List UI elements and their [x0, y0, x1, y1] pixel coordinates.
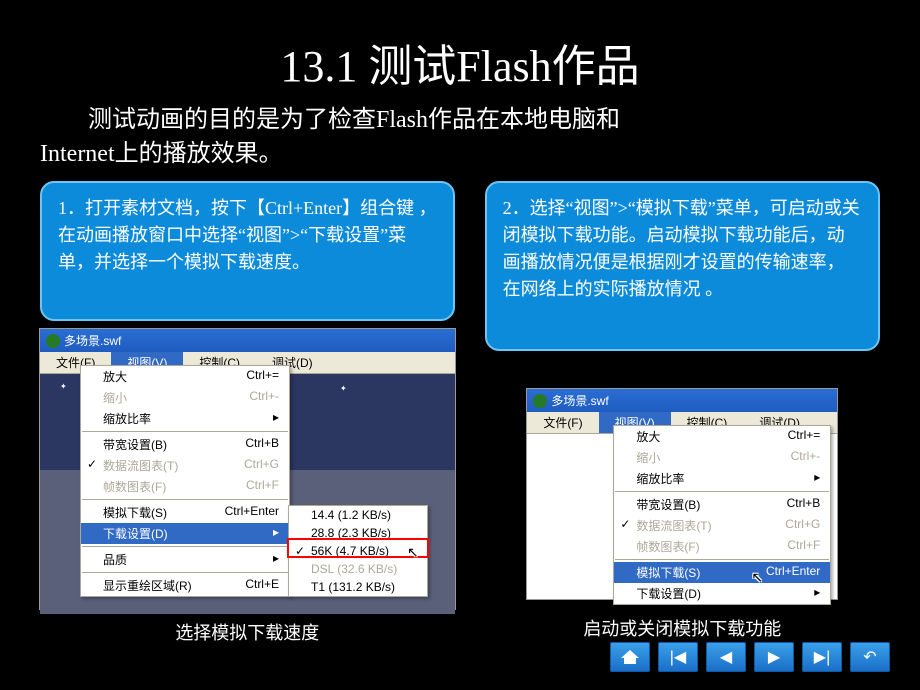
- swf-title: 多场景.swf: [64, 332, 121, 349]
- nav-return-button[interactable]: ↶: [850, 642, 890, 672]
- swf-titlebar-right: 多场景.swf: [527, 389, 837, 412]
- download-speed-submenu: 14.4 (1.2 KB/s) 28.8 (2.3 KB/s) 56K (4.7…: [288, 505, 428, 597]
- swf-title-right: 多场景.swf: [551, 392, 608, 409]
- callout-step2: 2．选择“视图”>“模拟下载”菜单，可启动或关闭模拟下载功能。启动模拟下载功能后…: [485, 181, 880, 351]
- flash-icon: [533, 394, 547, 408]
- speed-14-4[interactable]: 14.4 (1.2 KB/s): [289, 506, 427, 524]
- screenshot-right: 多场景.swf 文件(F) 视图(V) 控制(C) 调试(D) 放大Ctrl+=…: [527, 389, 837, 599]
- nav-buttons: |◀ ◀ ▶ ▶| ↶: [610, 642, 890, 672]
- screenshot-left: 多场景.swf 文件(F) 视图(V) 控制(C) 调试(D) ✦ ✦ ✦ 放大…: [40, 329, 455, 609]
- menu-zoom-in-r[interactable]: 放大Ctrl+=: [614, 426, 830, 447]
- speed-dsl[interactable]: DSL (32.6 KB/s): [289, 560, 427, 578]
- mouse-cursor-icon: ↖: [407, 544, 419, 561]
- menu-frame-graph-r: 帧数图表(F)Ctrl+F: [614, 536, 830, 557]
- menu-simulate-download-r[interactable]: 模拟下载(S)Ctrl+Enter: [614, 562, 830, 583]
- menu-file-r[interactable]: 文件(F): [527, 412, 598, 433]
- menu-zoom-out-r: 缩小Ctrl+-: [614, 447, 830, 468]
- menu-download-settings-r[interactable]: 下载设置(D): [614, 583, 830, 604]
- menu-bandwidth-r[interactable]: 带宽设置(B)Ctrl+B: [614, 494, 830, 515]
- intro-line1: 测试动画的目的是为了检查Flash作品在本地电脑和: [40, 107, 620, 133]
- nav-last-button[interactable]: ▶|: [802, 642, 842, 672]
- menu-download-settings[interactable]: 下载设置(D): [81, 523, 289, 544]
- swf-titlebar: 多场景.swf: [40, 329, 455, 352]
- slide-title: 13.1 测试Flash作品: [0, 0, 920, 104]
- menu-bandwidth[interactable]: 带宽设置(B)Ctrl+B: [81, 434, 289, 455]
- view-dropdown-right: 放大Ctrl+= 缩小Ctrl+- 缩放比率 带宽设置(B)Ctrl+B 数据流…: [613, 425, 831, 605]
- speed-t1[interactable]: T1 (131.2 KB/s): [289, 578, 427, 596]
- intro-line2: Internet上的播放效果。: [40, 141, 283, 167]
- menu-zoom-out: 缩小Ctrl+-: [81, 387, 289, 408]
- menu-quality[interactable]: 品质: [81, 549, 289, 570]
- menu-stream-graph-r: 数据流图表(T)Ctrl+G: [614, 515, 830, 536]
- menu-stream-graph: 数据流图表(T)Ctrl+G: [81, 455, 289, 476]
- callout-step1: 1．打开素材文档，按下【Ctrl+Enter】组合键 ，在动画播放窗口中选择“视…: [40, 181, 455, 321]
- flash-icon: [46, 334, 60, 348]
- speed-28-8[interactable]: 28.8 (2.3 KB/s): [289, 524, 427, 542]
- caption-left: 选择模拟下载速度: [40, 619, 455, 645]
- menu-frame-graph: 帧数图表(F)Ctrl+F: [81, 476, 289, 497]
- mouse-cursor-icon-r: ↖: [751, 569, 763, 586]
- menu-scale[interactable]: 缩放比率: [81, 408, 289, 429]
- nav-prev-button[interactable]: ◀: [706, 642, 746, 672]
- menu-redraw[interactable]: 显示重绘区域(R)Ctrl+E: [81, 575, 289, 596]
- nav-home-button[interactable]: [610, 642, 650, 672]
- intro-text: 测试动画的目的是为了检查Flash作品在本地电脑和 Internet上的播放效果…: [0, 104, 920, 181]
- menu-zoom-in[interactable]: 放大Ctrl+=: [81, 366, 289, 387]
- nav-next-button[interactable]: ▶: [754, 642, 794, 672]
- menu-scale-r[interactable]: 缩放比率: [614, 468, 830, 489]
- view-dropdown-left: 放大Ctrl+= 缩小Ctrl+- 缩放比率 带宽设置(B)Ctrl+B 数据流…: [80, 365, 290, 597]
- caption-right: 启动或关闭模拟下载功能: [485, 615, 880, 641]
- nav-first-button[interactable]: |◀: [658, 642, 698, 672]
- menu-simulate-download[interactable]: 模拟下载(S)Ctrl+Enter: [81, 502, 289, 523]
